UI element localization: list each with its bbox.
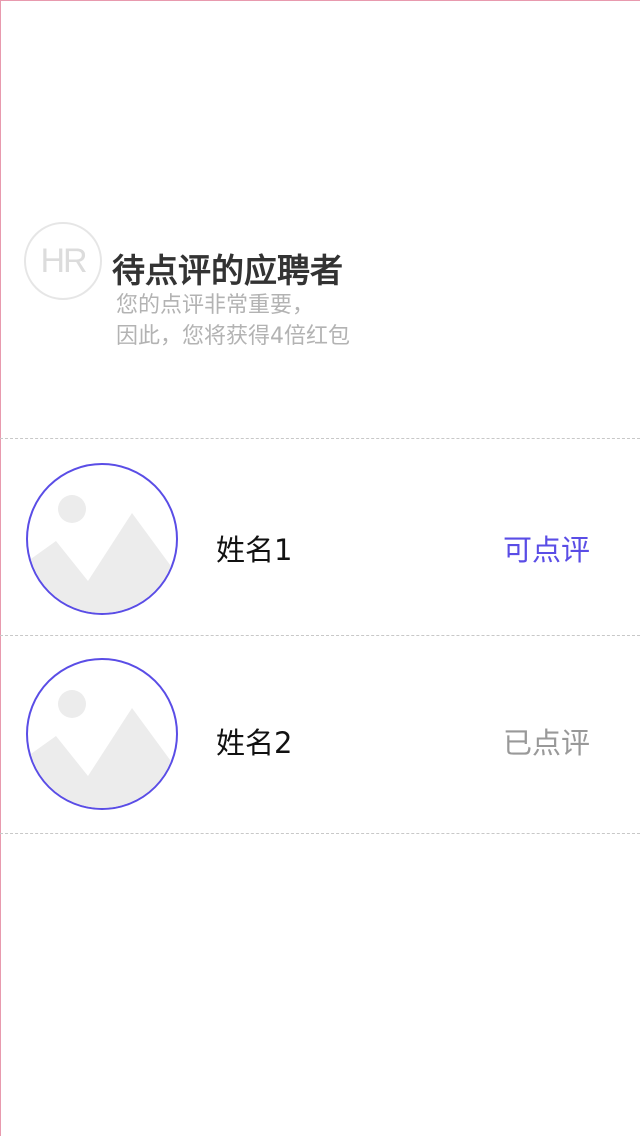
divider: [0, 833, 640, 834]
review-status-available[interactable]: 可点评: [503, 527, 590, 569]
image-placeholder-icon: [28, 495, 176, 613]
page-title: 待点评的应聘者: [112, 251, 343, 290]
subtitle-line-2: 因此，您将获得4倍红包: [116, 324, 350, 349]
candidate-name: 姓名1: [216, 533, 293, 567]
candidate-row[interactable]: 姓名2 已点评: [0, 636, 640, 832]
page-subtitle: 您的点评非常重要， 因此，您将获得4倍红包: [116, 290, 350, 352]
avatar: [26, 658, 178, 810]
candidate-row[interactable]: 姓名1 可点评: [0, 439, 640, 635]
subtitle-line-1: 您的点评非常重要，: [116, 293, 315, 318]
image-placeholder-icon: [28, 690, 176, 808]
hr-logo-icon: HR: [24, 222, 102, 300]
avatar: [26, 463, 178, 615]
header: HR 待点评的应聘者 您的点评非常重要， 因此，您将获得4倍红包: [24, 222, 624, 362]
candidate-name: 姓名2: [216, 726, 293, 760]
review-status-done: 已点评: [502, 726, 590, 760]
